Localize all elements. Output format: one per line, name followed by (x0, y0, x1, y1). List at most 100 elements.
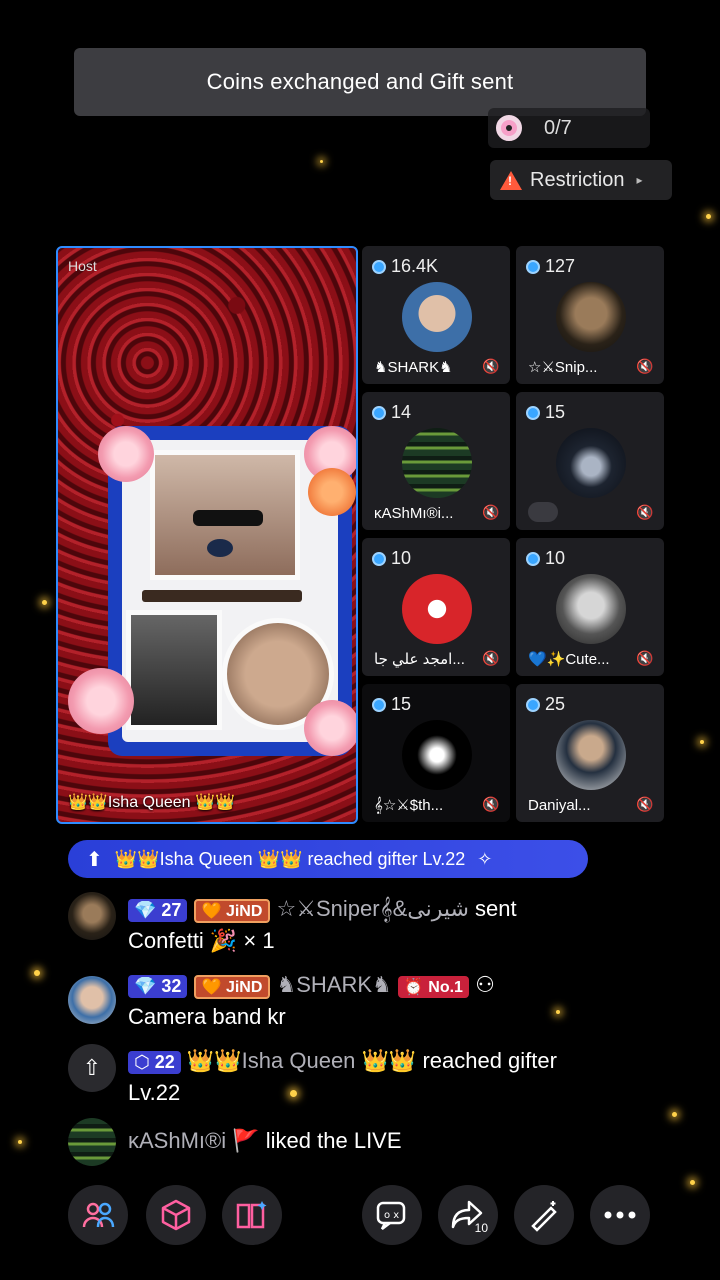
guest-name: Daniyal... (528, 797, 591, 814)
chat-avatar[interactable] (68, 892, 116, 940)
level-badge: ⬡ 22 (128, 1051, 181, 1074)
coin-icon (372, 259, 386, 274)
share-count: 10 (474, 1221, 488, 1235)
guest-tile[interactable]: 10 💙✨Cute... 🔇 (516, 538, 664, 676)
guest-tile[interactable]: 127 ☆⚔Snip... 🔇 (516, 246, 664, 384)
mic-muted-icon: 🔇 (482, 358, 500, 374)
gift-counter[interactable]: 0/7 (488, 108, 650, 148)
guest-name: ♞SHARK♞ (374, 359, 453, 376)
chat-game-icon[interactable]: o x (362, 1185, 422, 1245)
coin-icon (372, 551, 386, 566)
guest-name: ☆⚔Snip... (528, 359, 598, 376)
guest-tile[interactable]: 14 ĸAShMı®i... 🔇 (362, 392, 510, 530)
sparkle (706, 214, 711, 219)
sparkle (556, 1010, 560, 1014)
photo-girl (126, 610, 222, 730)
guest-coins: 15 (545, 402, 566, 422)
share-icon[interactable]: 10 (438, 1185, 498, 1245)
people-icon[interactable] (68, 1185, 128, 1245)
coin-icon (526, 551, 540, 566)
chat-message-line2: Confetti 🎉 × 1 (128, 928, 275, 953)
heart-button[interactable] (528, 502, 558, 522)
mic-muted-icon: 🔇 (482, 504, 500, 520)
chat-avatar[interactable] (68, 1118, 116, 1166)
chat-avatar[interactable] (68, 976, 116, 1024)
mic-muted-icon: 🔇 (482, 650, 500, 666)
mic-muted-icon: 🔇 (636, 796, 654, 812)
gift-counter-value: 0/7 (544, 116, 572, 139)
cube-icon[interactable] (146, 1185, 206, 1245)
guest-tile[interactable]: 10 امجد علي جا... 🔇 (362, 538, 510, 676)
up-arrow-icon: ⬆ (86, 848, 103, 871)
sparkle (42, 600, 47, 605)
toast-text: Coins exchanged and Gift sent (206, 69, 514, 94)
diamond-icon: ✧ (477, 848, 493, 869)
host-tile[interactable]: Host 👑👑Isha Queen 👑👑 (56, 246, 358, 824)
fan-badge: 🧡 JiND (193, 899, 271, 923)
rose-decoration (98, 426, 154, 482)
avatar (402, 720, 472, 790)
rose-decoration (68, 668, 134, 734)
guest-name: 💙✨Cute... (528, 651, 610, 668)
donut-icon (496, 115, 522, 141)
chat-message-line2: Camera band kr (128, 1004, 286, 1029)
mic-muted-icon: 🔇 (636, 504, 654, 520)
guest-coins: 10 (391, 548, 412, 568)
guest-name: 𝄞☆⚔$th... (374, 797, 444, 814)
warning-icon (500, 170, 522, 190)
guest-tile[interactable]: 15 𝄞☆⚔$th... 🔇 (362, 684, 510, 822)
avatar (556, 574, 626, 644)
restriction-button[interactable]: Restriction ▸ (490, 160, 672, 200)
portrait-photo (150, 450, 300, 580)
guest-coins: 16.4K (391, 256, 439, 276)
host-label: Host (68, 258, 97, 274)
sparkle (320, 160, 323, 163)
guest-tile[interactable]: 25 Daniyal... 🔇 (516, 684, 664, 822)
level-badge: 💎 27 (128, 899, 188, 922)
chat-verb: liked the LIVE (265, 1128, 402, 1153)
sparkle (290, 1090, 297, 1097)
guest-coins: 10 (545, 548, 566, 568)
chevron-right-icon: ▸ (636, 173, 643, 187)
magic-wand-icon[interactable] (514, 1185, 574, 1245)
chat-username: ĸAShMı®i (128, 1128, 227, 1153)
guest-coins: 25 (545, 694, 566, 714)
chat-message: ⬡ 22 👑👑Isha Queen 👑👑 reached gifter (128, 1048, 557, 1074)
sparkle (34, 970, 40, 976)
restriction-label: Restriction (530, 168, 625, 191)
book-icon[interactable] (222, 1185, 282, 1245)
gifter-level-banner: ⬆ 👑👑Isha Queen 👑👑 reached gifter Lv.22 ✧ (68, 840, 588, 878)
sparkle (700, 740, 704, 744)
more-icon[interactable] (590, 1185, 650, 1245)
svg-text:o x: o x (384, 1210, 399, 1221)
mic-muted-icon: 🔇 (636, 650, 654, 666)
guest-tile[interactable]: 15 🔇 (516, 392, 664, 530)
coin-icon (526, 259, 540, 274)
guest-coins: 127 (545, 256, 576, 276)
guest-coins: 15 (391, 694, 412, 714)
toast-message: Coins exchanged and Gift sent (74, 48, 646, 116)
avatar (402, 574, 472, 644)
avatar (556, 282, 626, 352)
chat-username: ♞SHARK♞ (276, 972, 392, 997)
fan-badge: 🧡 JiND (193, 975, 271, 999)
guest-tile[interactable]: 16.4K ♞SHARK♞ 🔇 (362, 246, 510, 384)
coin-icon (526, 405, 540, 420)
avatar (402, 282, 472, 352)
rank-badge: ⏰ No.1 (397, 976, 469, 998)
host-name: 👑👑Isha Queen 👑👑 (68, 794, 235, 811)
rose-decoration (304, 700, 356, 756)
chat-username: 👑👑Isha Queen 👑👑 (186, 1048, 417, 1073)
level-badge: 💎 32 (128, 975, 188, 998)
group-icon: ⚇ (475, 972, 495, 997)
chat-message: 💎 27 🧡 JiND ☆⚔Sniper𝄞&شیرنی sent (128, 896, 517, 923)
sparkle (672, 1112, 677, 1117)
rose-decoration (308, 468, 356, 516)
chat-verb: sent (475, 896, 517, 921)
avatar (556, 720, 626, 790)
flag-icon: 🚩 (232, 1128, 260, 1153)
chat-message: 💎 32 🧡 JiND ♞SHARK♞ ⏰ No.1 ⚇ (128, 972, 495, 999)
banner-text: 👑👑Isha Queen 👑👑 reached gifter Lv.22 (114, 848, 466, 869)
chat-message-line2: Lv.22 (128, 1080, 181, 1105)
coin-icon (372, 405, 386, 420)
